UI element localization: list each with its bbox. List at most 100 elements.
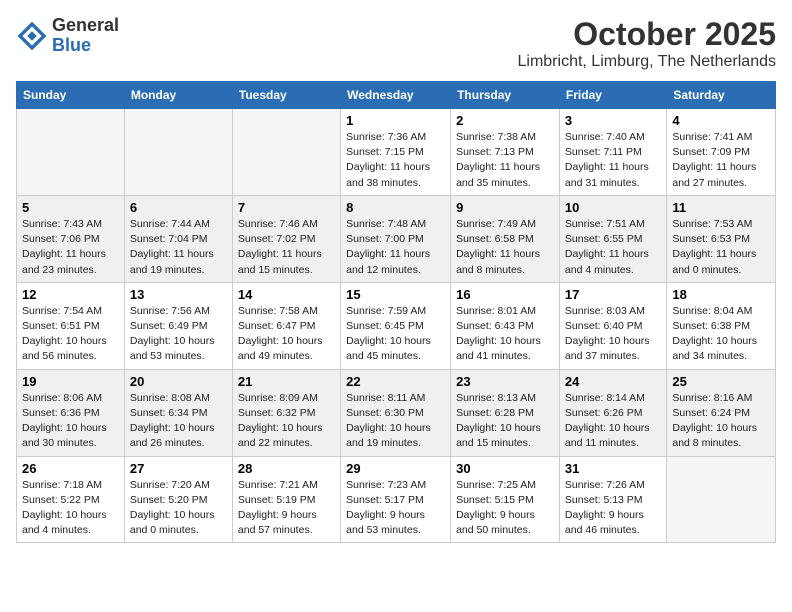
calendar-title: October 2025 xyxy=(518,16,777,53)
day-number: 4 xyxy=(672,113,770,128)
day-info: Sunrise: 7:21 AM Sunset: 5:19 PM Dayligh… xyxy=(238,478,335,539)
day-number: 30 xyxy=(456,461,554,476)
calendar-day-cell: 28 Sunrise: 7:21 AM Sunset: 5:19 PM Dayli… xyxy=(232,456,340,543)
calendar-day-cell: 21 Sunrise: 8:09 AM Sunset: 6:32 PM Dayli… xyxy=(232,369,340,456)
calendar-day-cell: 27 Sunrise: 7:20 AM Sunset: 5:20 PM Dayli… xyxy=(124,456,232,543)
calendar-week-row: 1Sunrise: 7:36 AM Sunset: 7:15 PM Daylig… xyxy=(17,109,776,196)
calendar-day-cell: 5 Sunrise: 7:43 AM Sunset: 7:06 PM Daylig… xyxy=(17,195,125,282)
day-number: 12 xyxy=(22,287,119,302)
calendar-day-cell: 26Sunrise: 7:18 AM Sunset: 5:22 PM Dayli… xyxy=(17,456,125,543)
day-number: 24 xyxy=(565,374,661,389)
day-number: 29 xyxy=(346,461,445,476)
day-info: Sunrise: 7:56 AM Sunset: 6:49 PM Dayligh… xyxy=(130,304,227,365)
logo: General Blue xyxy=(16,16,119,56)
calendar-day-cell: 7 Sunrise: 7:46 AM Sunset: 7:02 PM Daylig… xyxy=(232,195,340,282)
day-number: 6 xyxy=(130,200,227,215)
day-info: Sunrise: 8:01 AM Sunset: 6:43 PM Dayligh… xyxy=(456,304,554,365)
day-number: 19 xyxy=(22,374,119,389)
calendar-day-cell: 3 Sunrise: 7:40 AM Sunset: 7:11 PM Daylig… xyxy=(559,109,666,196)
calendar-day-cell: 10Sunrise: 7:51 AM Sunset: 6:55 PM Dayli… xyxy=(559,195,666,282)
calendar-day-cell: 19 Sunrise: 8:06 AM Sunset: 6:36 PM Dayli… xyxy=(17,369,125,456)
day-info: Sunrise: 7:44 AM Sunset: 7:04 PM Dayligh… xyxy=(130,217,227,278)
day-number: 20 xyxy=(130,374,227,389)
day-info: Sunrise: 7:46 AM Sunset: 7:02 PM Dayligh… xyxy=(238,217,335,278)
day-info: Sunrise: 7:59 AM Sunset: 6:45 PM Dayligh… xyxy=(346,304,445,365)
day-number: 8 xyxy=(346,200,445,215)
day-number: 23 xyxy=(456,374,554,389)
day-info: Sunrise: 8:03 AM Sunset: 6:40 PM Dayligh… xyxy=(565,304,661,365)
calendar-day-cell: 18 Sunrise: 8:04 AM Sunset: 6:38 PM Dayli… xyxy=(667,282,776,369)
calendar-day-cell: 9 Sunrise: 7:49 AM Sunset: 6:58 PM Daylig… xyxy=(451,195,560,282)
calendar-day-cell: 13 Sunrise: 7:56 AM Sunset: 6:49 PM Dayli… xyxy=(124,282,232,369)
day-info: Sunrise: 7:49 AM Sunset: 6:58 PM Dayligh… xyxy=(456,217,554,278)
day-number: 21 xyxy=(238,374,335,389)
calendar-day-cell: 11 Sunrise: 7:53 AM Sunset: 6:53 PM Dayli… xyxy=(667,195,776,282)
calendar-week-row: 26Sunrise: 7:18 AM Sunset: 5:22 PM Dayli… xyxy=(17,456,776,543)
calendar-day-cell xyxy=(667,456,776,543)
day-info: Sunrise: 8:04 AM Sunset: 6:38 PM Dayligh… xyxy=(672,304,770,365)
day-info: Sunrise: 7:38 AM Sunset: 7:13 PM Dayligh… xyxy=(456,130,554,191)
day-info: Sunrise: 7:58 AM Sunset: 6:47 PM Dayligh… xyxy=(238,304,335,365)
logo-text: General Blue xyxy=(52,16,119,56)
day-info: Sunrise: 8:09 AM Sunset: 6:32 PM Dayligh… xyxy=(238,391,335,452)
day-info: Sunrise: 7:54 AM Sunset: 6:51 PM Dayligh… xyxy=(22,304,119,365)
day-info: Sunrise: 7:41 AM Sunset: 7:09 PM Dayligh… xyxy=(672,130,770,191)
day-number: 10 xyxy=(565,200,661,215)
calendar-day-cell: 31Sunrise: 7:26 AM Sunset: 5:13 PM Dayli… xyxy=(559,456,666,543)
day-info: Sunrise: 7:43 AM Sunset: 7:06 PM Dayligh… xyxy=(22,217,119,278)
calendar-day-cell: 6 Sunrise: 7:44 AM Sunset: 7:04 PM Daylig… xyxy=(124,195,232,282)
day-number: 16 xyxy=(456,287,554,302)
calendar-table: SundayMondayTuesdayWednesdayThursdayFrid… xyxy=(16,81,776,543)
logo-blue: Blue xyxy=(52,36,119,56)
calendar-day-cell: 1Sunrise: 7:36 AM Sunset: 7:15 PM Daylig… xyxy=(341,109,451,196)
calendar-week-row: 12 Sunrise: 7:54 AM Sunset: 6:51 PM Dayli… xyxy=(17,282,776,369)
day-info: Sunrise: 7:25 AM Sunset: 5:15 PM Dayligh… xyxy=(456,478,554,539)
day-number: 18 xyxy=(672,287,770,302)
day-header: Friday xyxy=(559,82,666,109)
day-number: 7 xyxy=(238,200,335,215)
calendar-day-cell: 22 Sunrise: 8:11 AM Sunset: 6:30 PM Dayli… xyxy=(341,369,451,456)
day-header: Tuesday xyxy=(232,82,340,109)
day-info: Sunrise: 7:20 AM Sunset: 5:20 PM Dayligh… xyxy=(130,478,227,539)
day-number: 27 xyxy=(130,461,227,476)
day-number: 25 xyxy=(672,374,770,389)
day-number: 17 xyxy=(565,287,661,302)
calendar-subtitle: Limbricht, Limburg, The Netherlands xyxy=(518,53,777,71)
calendar-day-cell: 4 Sunrise: 7:41 AM Sunset: 7:09 PM Daylig… xyxy=(667,109,776,196)
day-info: Sunrise: 8:06 AM Sunset: 6:36 PM Dayligh… xyxy=(22,391,119,452)
calendar-day-cell: 24Sunrise: 8:14 AM Sunset: 6:26 PM Dayli… xyxy=(559,369,666,456)
day-header: Wednesday xyxy=(341,82,451,109)
day-number: 11 xyxy=(672,200,770,215)
calendar-day-cell: 2Sunrise: 7:38 AM Sunset: 7:13 PM Daylig… xyxy=(451,109,560,196)
day-number: 5 xyxy=(22,200,119,215)
calendar-day-cell xyxy=(17,109,125,196)
day-number: 13 xyxy=(130,287,227,302)
calendar-day-cell: 12 Sunrise: 7:54 AM Sunset: 6:51 PM Dayli… xyxy=(17,282,125,369)
day-number: 15 xyxy=(346,287,445,302)
calendar-day-cell: 15 Sunrise: 7:59 AM Sunset: 6:45 PM Dayli… xyxy=(341,282,451,369)
day-number: 9 xyxy=(456,200,554,215)
day-info: Sunrise: 8:11 AM Sunset: 6:30 PM Dayligh… xyxy=(346,391,445,452)
day-number: 1 xyxy=(346,113,445,128)
calendar-day-cell: 14 Sunrise: 7:58 AM Sunset: 6:47 PM Dayli… xyxy=(232,282,340,369)
calendar-day-cell xyxy=(232,109,340,196)
day-header: Monday xyxy=(124,82,232,109)
day-info: Sunrise: 8:16 AM Sunset: 6:24 PM Dayligh… xyxy=(672,391,770,452)
calendar-day-cell: 29 Sunrise: 7:23 AM Sunset: 5:17 PM Dayli… xyxy=(341,456,451,543)
day-number: 3 xyxy=(565,113,661,128)
day-info: Sunrise: 7:18 AM Sunset: 5:22 PM Dayligh… xyxy=(22,478,119,539)
day-info: Sunrise: 7:26 AM Sunset: 5:13 PM Dayligh… xyxy=(565,478,661,539)
calendar-day-cell: 25 Sunrise: 8:16 AM Sunset: 6:24 PM Dayli… xyxy=(667,369,776,456)
day-info: Sunrise: 7:40 AM Sunset: 7:11 PM Dayligh… xyxy=(565,130,661,191)
day-info: Sunrise: 7:48 AM Sunset: 7:00 PM Dayligh… xyxy=(346,217,445,278)
day-number: 22 xyxy=(346,374,445,389)
calendar-day-cell: 8 Sunrise: 7:48 AM Sunset: 7:00 PM Daylig… xyxy=(341,195,451,282)
day-number: 14 xyxy=(238,287,335,302)
calendar-day-cell: 30 Sunrise: 7:25 AM Sunset: 5:15 PM Dayli… xyxy=(451,456,560,543)
day-info: Sunrise: 7:23 AM Sunset: 5:17 PM Dayligh… xyxy=(346,478,445,539)
calendar-day-cell: 23Sunrise: 8:13 AM Sunset: 6:28 PM Dayli… xyxy=(451,369,560,456)
day-header: Saturday xyxy=(667,82,776,109)
day-number: 28 xyxy=(238,461,335,476)
title-block: October 2025 Limbricht, Limburg, The Net… xyxy=(518,16,777,71)
day-info: Sunrise: 7:53 AM Sunset: 6:53 PM Dayligh… xyxy=(672,217,770,278)
